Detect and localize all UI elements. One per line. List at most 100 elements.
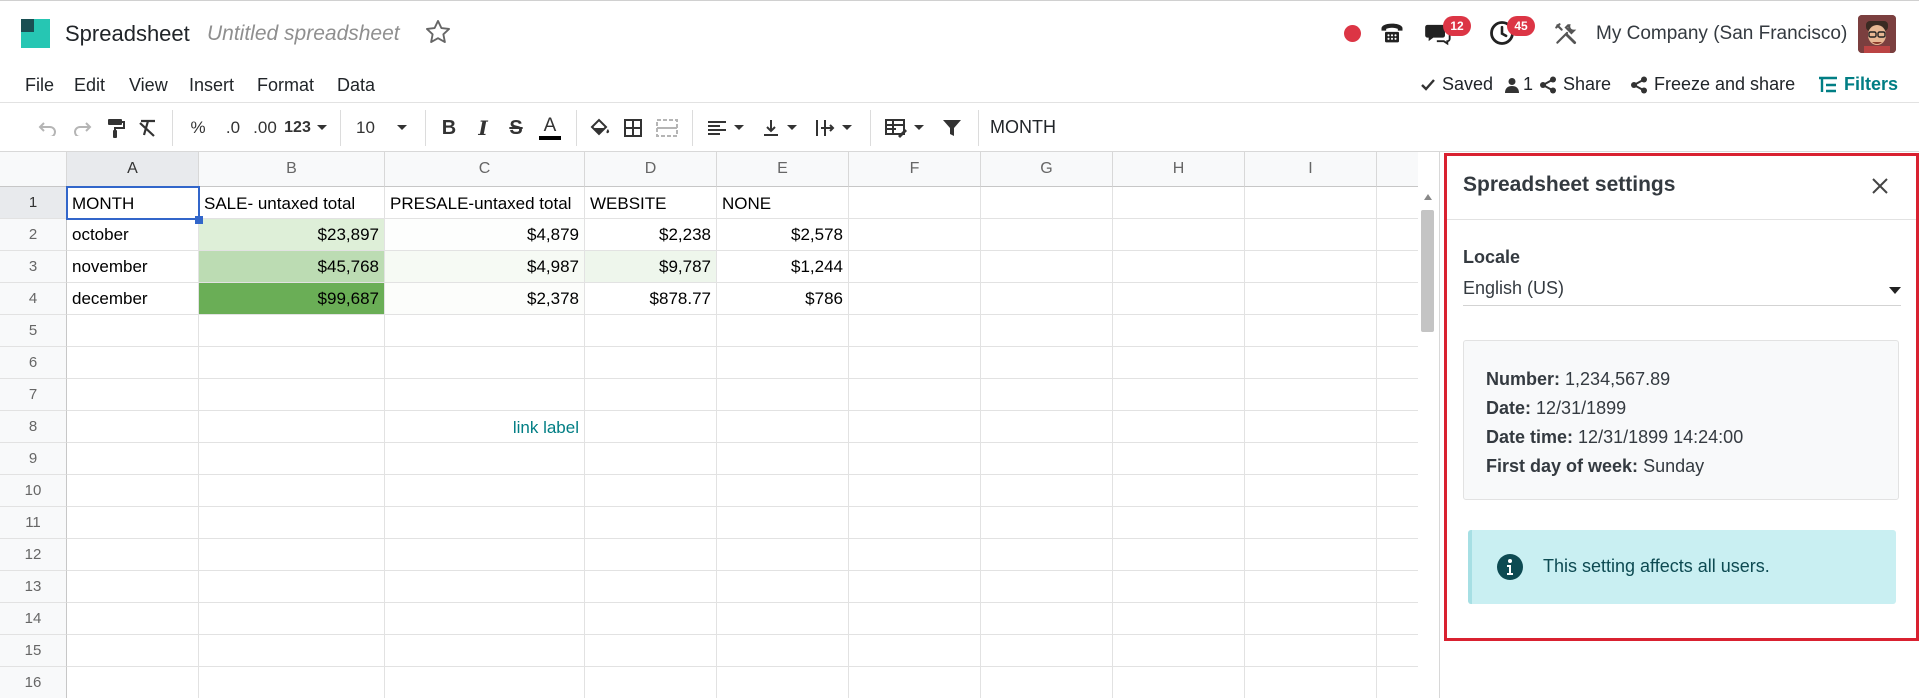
cell-g13[interactable] (981, 571, 1113, 603)
cell-h16[interactable] (1113, 667, 1245, 698)
column-header-g[interactable]: G (981, 152, 1113, 187)
cell-b14[interactable] (199, 603, 385, 635)
cell-h6[interactable] (1113, 347, 1245, 379)
cell-g16[interactable] (981, 667, 1113, 698)
cell-f3[interactable] (849, 251, 981, 283)
row-header-14[interactable]: 14 (0, 603, 67, 635)
cell-c15[interactable] (385, 635, 585, 667)
column-header-a[interactable]: A (67, 152, 199, 187)
cell-b1[interactable]: SALE- untaxed total (199, 187, 385, 219)
cell-f15[interactable] (849, 635, 981, 667)
paint-format-icon[interactable] (104, 115, 128, 141)
grid-corner[interactable] (0, 152, 67, 187)
menu-edit[interactable]: Edit (74, 75, 105, 96)
cell-a1[interactable]: MONTH (67, 187, 199, 219)
cell-c6[interactable] (385, 347, 585, 379)
cell-c5[interactable] (385, 315, 585, 347)
cell-b11[interactable] (199, 507, 385, 539)
row-header-10[interactable]: 10 (0, 475, 67, 507)
cell-f16[interactable] (849, 667, 981, 698)
cell-d2[interactable]: $2,238 (585, 219, 717, 251)
cell-e13[interactable] (717, 571, 849, 603)
spreadsheet-app-logo[interactable] (21, 19, 50, 48)
bold-button[interactable]: B (437, 115, 461, 141)
cell-c3[interactable]: $4,987 (385, 251, 585, 283)
cell-h11[interactable] (1113, 507, 1245, 539)
cell-e15[interactable] (717, 635, 849, 667)
cell-e6[interactable] (717, 347, 849, 379)
company-switcher[interactable]: My Company (San Francisco) (1596, 23, 1847, 45)
cell-h3[interactable] (1113, 251, 1245, 283)
cell-d16[interactable] (585, 667, 717, 698)
decrease-decimal-button[interactable]: .0 (220, 115, 246, 141)
cell-f14[interactable] (849, 603, 981, 635)
cell-c8[interactable]: link label (385, 411, 585, 443)
cell-g3[interactable] (981, 251, 1113, 283)
cell-c16[interactable] (385, 667, 585, 698)
cell-h8[interactable] (1113, 411, 1245, 443)
cell-d8[interactable] (585, 411, 717, 443)
cell-i4[interactable] (1245, 283, 1377, 315)
cell-i15[interactable] (1245, 635, 1377, 667)
row-header-9[interactable]: 9 (0, 443, 67, 475)
cell-f9[interactable] (849, 443, 981, 475)
cell-h10[interactable] (1113, 475, 1245, 507)
cell-h7[interactable] (1113, 379, 1245, 411)
font-size-dropdown[interactable]: 10 (352, 115, 412, 141)
row-header-1[interactable]: 1 (0, 187, 67, 219)
cell-d15[interactable] (585, 635, 717, 667)
cell-b6[interactable] (199, 347, 385, 379)
cell-g10[interactable] (981, 475, 1113, 507)
cell-a14[interactable] (67, 603, 199, 635)
cell-d13[interactable] (585, 571, 717, 603)
cell-b13[interactable] (199, 571, 385, 603)
text-color-button[interactable]: A (537, 115, 563, 141)
cell-a8[interactable] (67, 411, 199, 443)
cell-e9[interactable] (717, 443, 849, 475)
cell-b7[interactable] (199, 379, 385, 411)
cell-e14[interactable] (717, 603, 849, 635)
cell-d1[interactable]: WEBSITE (585, 187, 717, 219)
wrapping-dropdown[interactable] (811, 115, 857, 141)
cell-e8[interactable] (717, 411, 849, 443)
cell-e7[interactable] (717, 379, 849, 411)
cell-i6[interactable] (1245, 347, 1377, 379)
merge-cells-icon[interactable] (654, 115, 680, 141)
row-header-16[interactable]: 16 (0, 667, 67, 698)
format-percent-button[interactable]: % (187, 115, 209, 141)
row-header-2[interactable]: 2 (0, 219, 67, 251)
cell-h14[interactable] (1113, 603, 1245, 635)
cell-b15[interactable] (199, 635, 385, 667)
column-header-d[interactable]: D (585, 152, 717, 187)
app-name[interactable]: Spreadsheet (65, 21, 190, 47)
number-format-dropdown[interactable]: 123 (283, 115, 329, 141)
menu-file[interactable]: File (25, 75, 54, 96)
phone-icon[interactable] (1378, 19, 1406, 47)
cell-h15[interactable] (1113, 635, 1245, 667)
cell-b3[interactable]: $45,768 (199, 251, 385, 283)
cell-h1[interactable] (1113, 187, 1245, 219)
cell-i1[interactable] (1245, 187, 1377, 219)
cell-e4[interactable]: $786 (717, 283, 849, 315)
cell-a15[interactable] (67, 635, 199, 667)
menu-insert[interactable]: Insert (189, 75, 234, 96)
cell-c9[interactable] (385, 443, 585, 475)
cell-h2[interactable] (1113, 219, 1245, 251)
user-avatar[interactable] (1858, 15, 1896, 53)
cell-b10[interactable] (199, 475, 385, 507)
cell-d7[interactable] (585, 379, 717, 411)
strikethrough-button[interactable]: S (504, 115, 528, 141)
cell-b2[interactable]: $23,897 (199, 219, 385, 251)
cell-g6[interactable] (981, 347, 1113, 379)
close-icon[interactable] (1870, 176, 1890, 196)
cell-e1[interactable]: NONE (717, 187, 849, 219)
cell-c13[interactable] (385, 571, 585, 603)
filter-icon[interactable] (940, 115, 964, 141)
cell-a6[interactable] (67, 347, 199, 379)
cell-c10[interactable] (385, 475, 585, 507)
row-header-6[interactable]: 6 (0, 347, 67, 379)
cell-i2[interactable] (1245, 219, 1377, 251)
cell-g11[interactable] (981, 507, 1113, 539)
cell-a3[interactable]: november (67, 251, 199, 283)
row-header-4[interactable]: 4 (0, 283, 67, 315)
